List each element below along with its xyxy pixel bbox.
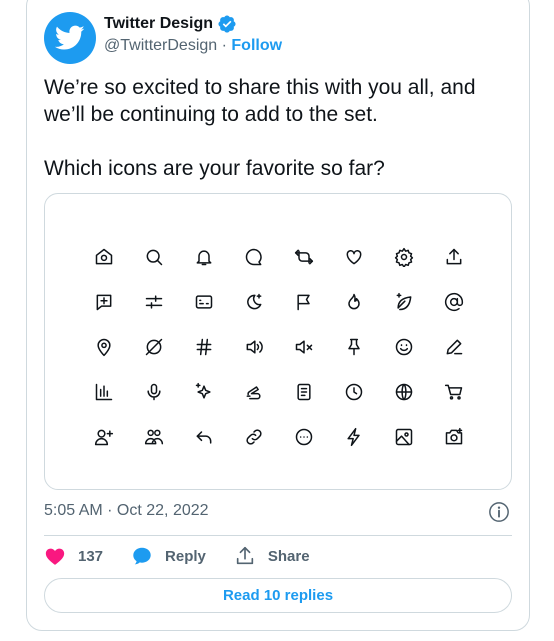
sliders-filter-icon [129, 279, 179, 324]
pin-icon [329, 324, 379, 369]
message-bubble-icon [229, 234, 279, 279]
share-button[interactable]: Share [234, 545, 310, 567]
image-icon [379, 414, 429, 459]
people-community-icon [129, 414, 179, 459]
tweet-text: We’re so excited to share this with you … [44, 74, 514, 182]
icon-set-grid [79, 234, 479, 459]
divider [44, 535, 512, 536]
hidden-slash-icon [129, 324, 179, 369]
media-image[interactable] [44, 193, 512, 490]
follow-button[interactable]: Follow [231, 37, 282, 54]
retweet-icon [279, 234, 329, 279]
like-count: 137 [78, 547, 104, 565]
sparkles-icon [179, 369, 229, 414]
globe-icon [379, 369, 429, 414]
location-pin-icon [79, 324, 129, 369]
volume-mute-icon [279, 324, 329, 369]
reply-bubble-icon [133, 547, 151, 565]
pencil-edit-icon [429, 324, 479, 369]
author-name[interactable]: Twitter Design [104, 15, 213, 33]
home-icon [79, 234, 129, 279]
shopping-cart-icon [429, 369, 479, 414]
twitter-bird-icon [55, 25, 85, 50]
author-name-row: Twitter Design [104, 14, 237, 34]
analytics-bars-icon [79, 369, 129, 414]
moon-sparkle-icon [229, 279, 279, 324]
author-handle-row: @TwitterDesign · Follow [104, 37, 282, 55]
at-sign-icon [429, 279, 479, 324]
smiley-icon [379, 324, 429, 369]
hand-wave-icon [229, 369, 279, 414]
like-button[interactable]: 137 [44, 545, 103, 567]
reply-button[interactable]: Reply [131, 545, 206, 567]
share-upload-icon [236, 546, 254, 565]
reply-label: Reply [165, 547, 206, 565]
tweet-text-paragraph-2: Which icons are your favorite so far? [44, 157, 385, 180]
tweet-actions: 137 Reply Share [44, 544, 338, 568]
share-label: Share [267, 547, 310, 565]
flame-icon [329, 279, 379, 324]
upload-share-icon [429, 234, 479, 279]
hashtag-icon [179, 324, 229, 369]
read-replies-button[interactable]: Read 10 replies [44, 578, 512, 613]
heart-icon [329, 234, 379, 279]
clock-icon [329, 369, 379, 414]
heart-filled-icon [45, 548, 65, 565]
notification-bell-icon [179, 234, 229, 279]
search-icon [129, 234, 179, 279]
camera-add-icon [429, 414, 479, 459]
verified-badge-icon [218, 15, 236, 33]
reply-arrow-icon [179, 414, 229, 459]
settings-gear-icon [379, 234, 429, 279]
link-icon [229, 414, 279, 459]
add-message-icon [79, 279, 129, 324]
leaf-sparkle-icon [379, 279, 429, 324]
lightning-icon [329, 414, 379, 459]
add-user-icon [79, 414, 129, 459]
tweet-timestamp[interactable]: 5:05 AM · Oct 22, 2022 [44, 502, 209, 520]
tweet-text-paragraph-1: We’re so excited to share this with you … [44, 76, 476, 126]
author-handle[interactable]: @TwitterDesign [104, 37, 217, 54]
flag-icon [279, 279, 329, 324]
microphone-icon [129, 369, 179, 414]
document-list-icon [279, 369, 329, 414]
card-id-icon [179, 279, 229, 324]
volume-on-icon [229, 324, 279, 369]
handle-separator: · [221, 37, 227, 54]
avatar[interactable] [44, 12, 96, 64]
more-circle-icon [279, 414, 329, 459]
info-icon[interactable] [488, 501, 510, 523]
